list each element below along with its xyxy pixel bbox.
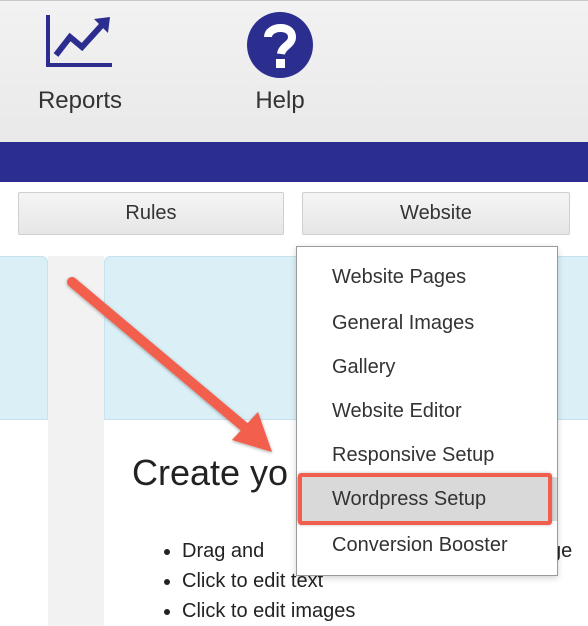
- tab-website[interactable]: Website: [302, 192, 570, 235]
- menu-item-conversion-booster[interactable]: Conversion Booster: [297, 523, 557, 567]
- top-toolbar: Reports Help: [0, 0, 588, 142]
- menu-item-general-images[interactable]: General Images: [297, 301, 557, 345]
- question-mark-icon: [220, 11, 340, 78]
- left-panel-body: [0, 420, 48, 626]
- menu-item-responsive-setup[interactable]: Responsive Setup: [297, 433, 557, 477]
- help-label: Help: [255, 87, 305, 114]
- tab-rules[interactable]: Rules: [18, 192, 284, 235]
- menu-item-website-pages[interactable]: Website Pages: [297, 255, 557, 299]
- brand-bar: [0, 142, 588, 182]
- line-chart-icon: [20, 11, 140, 71]
- panel-gutter: [48, 256, 104, 626]
- menu-item-website-editor[interactable]: Website Editor: [297, 389, 557, 433]
- left-panel-header: [0, 256, 48, 420]
- tab-row: Rules Website: [0, 182, 588, 252]
- website-dropdown-menu: Website Pages General Images Gallery Web…: [296, 246, 558, 576]
- bullet-item[interactable]: Click to edit images: [182, 596, 355, 626]
- menu-item-gallery[interactable]: Gallery: [297, 345, 557, 389]
- page-heading[interactable]: Create yo: [132, 452, 288, 494]
- reports-label: Reports: [37, 87, 123, 114]
- menu-item-wordpress-setup[interactable]: Wordpress Setup: [297, 477, 557, 521]
